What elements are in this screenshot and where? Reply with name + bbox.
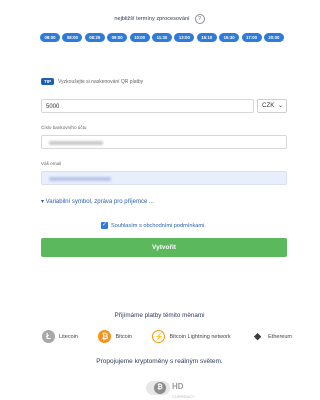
redacted-value	[49, 141, 103, 145]
time-slot[interactable]: 08:25	[84, 33, 105, 42]
email-field[interactable]	[41, 171, 287, 185]
time-slot[interactable]: 20:00	[263, 33, 284, 42]
time-slot[interactable]: 15:10	[196, 33, 217, 42]
hd-sublabel: CURRENCY	[172, 394, 195, 399]
currency-name: Litecoin	[59, 333, 78, 340]
tip-badge: TIP	[41, 78, 55, 85]
hd-logo: HD CURRENCY	[172, 376, 195, 400]
terms-label: Souhlasím s obchodními podmínkami.	[111, 222, 206, 229]
amount-input[interactable]: 5000	[41, 99, 254, 113]
bank-account-field[interactable]	[41, 135, 287, 149]
bitcoin-icon: ₿	[98, 330, 112, 343]
amount-row: 5000 CZK ⌄	[41, 99, 287, 113]
time-slot[interactable]: 15:30	[219, 33, 240, 42]
ethereum-icon: ◆	[251, 330, 265, 343]
tagline: Propojujeme kryptoměny s reálným světem.	[96, 358, 223, 365]
chevron-down-icon: ⌄	[277, 103, 283, 109]
currency-item-bitcoin: ₿ Bitcoin	[98, 330, 132, 343]
currency-item-ethereum: ◆ Ethereum	[251, 330, 292, 343]
currency-select[interactable]: CZK ⌄	[257, 99, 287, 113]
hd-label: HD	[172, 382, 184, 391]
currency-name: Bitcoin Lightning network	[169, 333, 231, 340]
litecoin-icon: Ł	[42, 330, 55, 343]
time-slot[interactable]: 11:30	[151, 33, 172, 42]
payments-title: Přijímáme platby těmito měnami	[114, 312, 205, 319]
time-slot[interactable]: 10:00	[129, 33, 150, 42]
bank-account-label: Číslo bankovního účtu	[41, 125, 87, 130]
help-icon[interactable]: ?	[194, 14, 205, 24]
create-button[interactable]: Vytvořit	[41, 238, 287, 257]
tip-link[interactable]: Vyzkoušejte si naskenování QR platby	[58, 79, 143, 85]
currency-value: CZK	[262, 102, 275, 109]
currency-item-litecoin: Ł Litecoin	[42, 330, 78, 343]
currency-name: Ethereum	[268, 333, 292, 340]
tip-row: TIP Vyzkoušejte si naskenování QR platby	[41, 78, 143, 85]
bitcoin-logo-icon: ₿	[154, 381, 166, 394]
scheduler-header: nejbližší termíny zprocesování ?	[0, 14, 319, 24]
supported-currencies: Ł Litecoin ₿ Bitcoin ⚡ Bitcoin Lightning…	[42, 330, 292, 343]
hd-toggle[interactable]: ₿ HD CURRENCY	[146, 376, 195, 399]
time-slots: 08:00 08:00 08:25 09:00 10:00 11:30 13:0…	[40, 33, 284, 42]
scheduler-title: nejbližší termíny zprocesování	[114, 16, 190, 22]
time-slot[interactable]: 09:00	[107, 33, 128, 42]
toggle-track[interactable]: ₿	[146, 380, 170, 395]
time-slot[interactable]: 08:00	[62, 33, 83, 42]
terms-agreement[interactable]: ✓ Souhlasím s obchodními podmínkami.	[101, 222, 206, 229]
more-options-link[interactable]: ▾ Variabilní symbol, zpráva pro příjemce…	[41, 198, 154, 205]
terms-checkbox[interactable]: ✓	[101, 222, 108, 229]
lightning-icon: ⚡	[152, 330, 166, 343]
email-label: Váš email	[41, 161, 62, 166]
time-slot[interactable]: 17:00	[241, 33, 262, 42]
redacted-value	[49, 177, 111, 181]
currency-name: Bitcoin	[115, 333, 132, 340]
time-slot[interactable]: 13:00	[174, 33, 195, 42]
currency-item-lightning: ⚡ Bitcoin Lightning network	[152, 330, 231, 343]
time-slot[interactable]: 08:00	[40, 33, 60, 42]
